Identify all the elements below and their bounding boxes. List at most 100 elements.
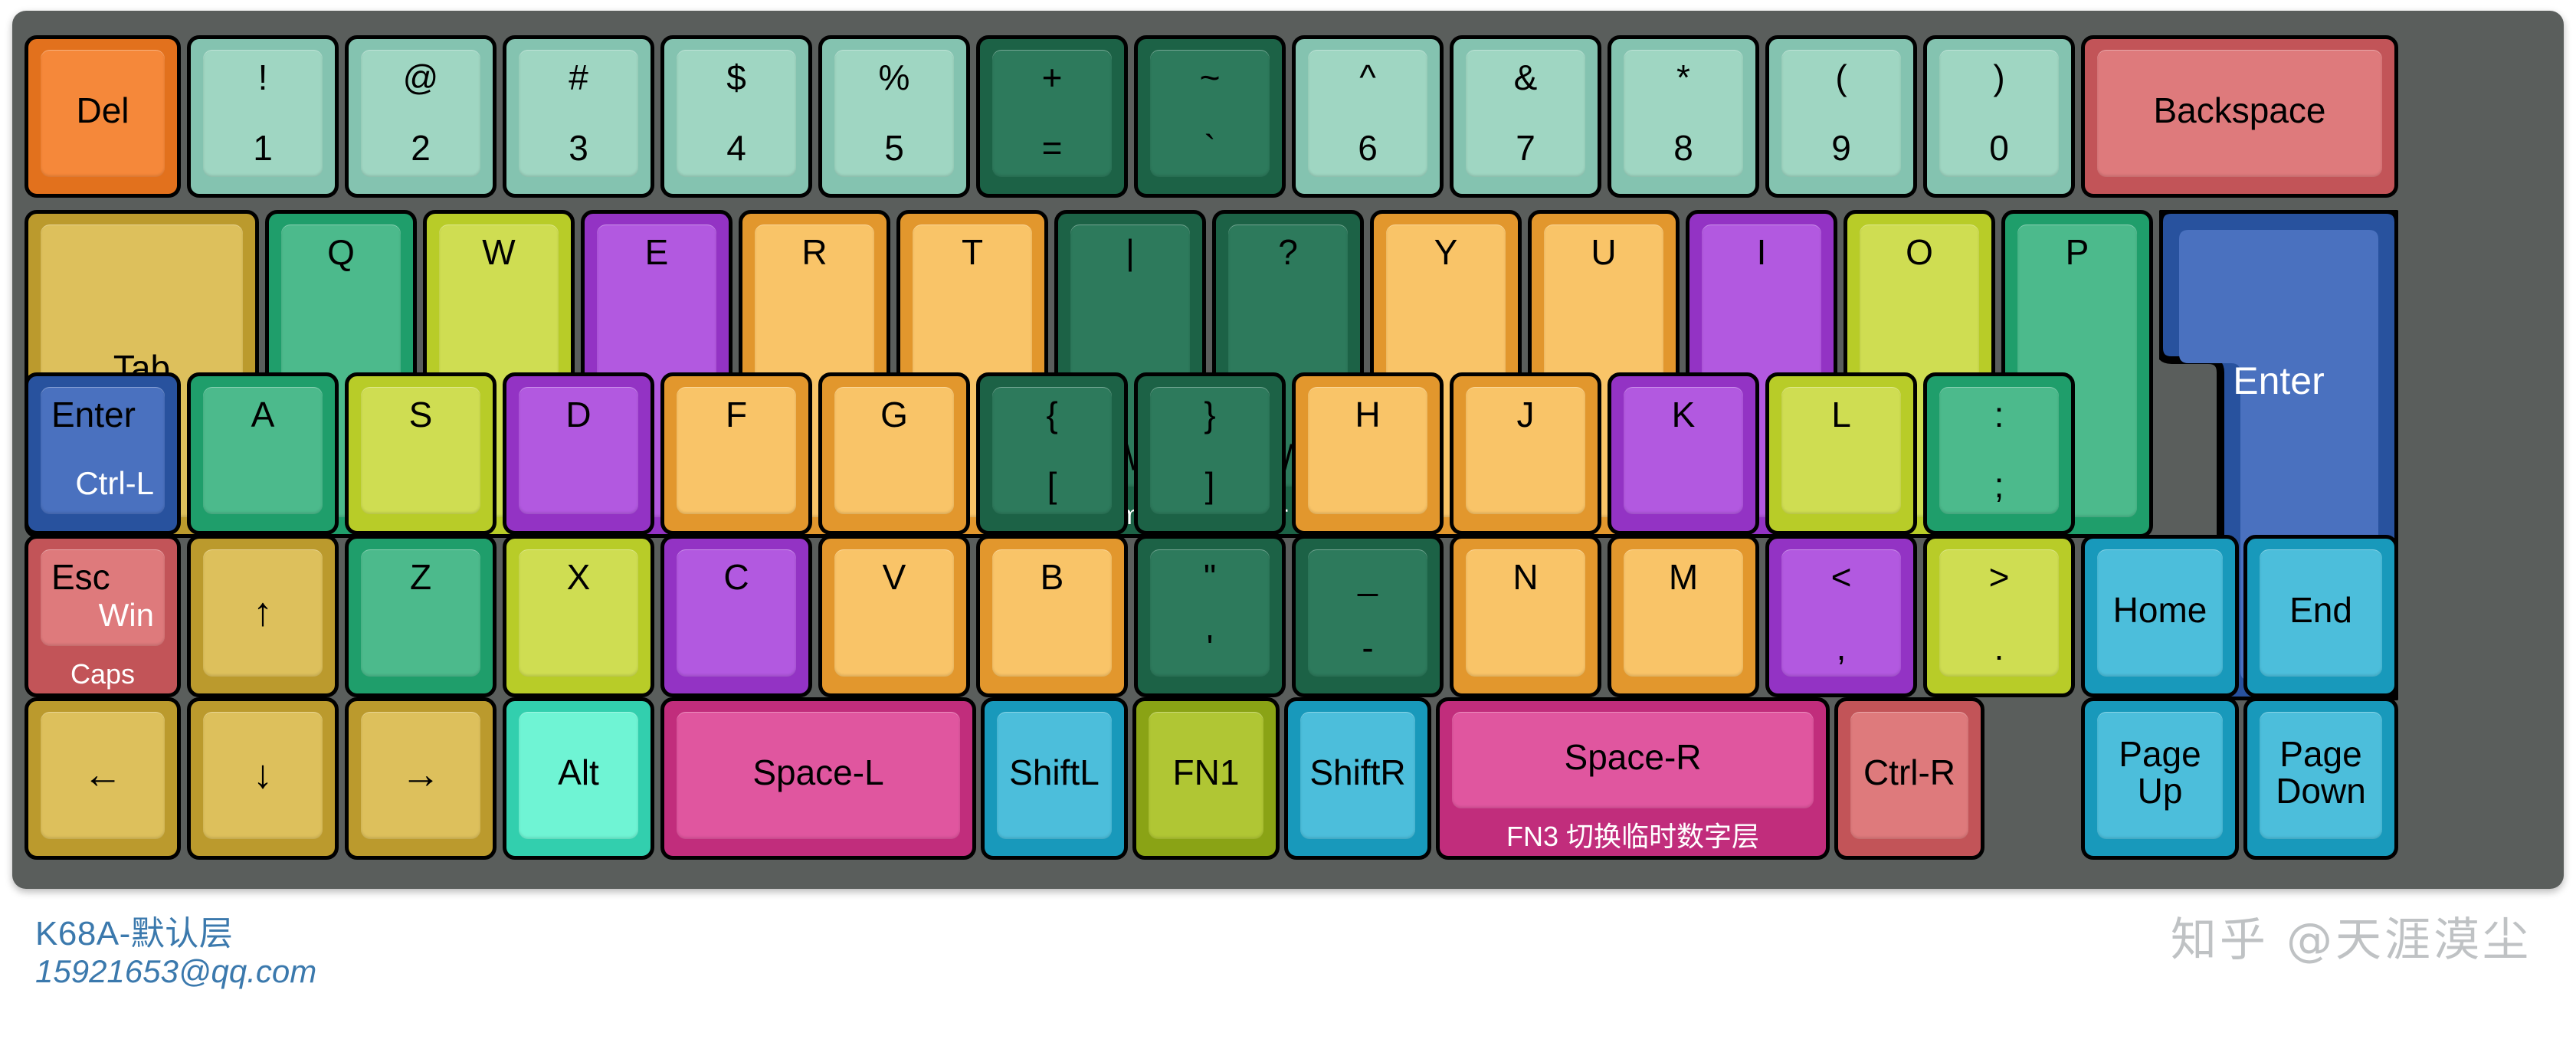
keycap-semicolon: :; xyxy=(1939,387,2059,514)
key-down[interactable]: ↓ xyxy=(187,697,339,860)
key-legend-top-0: ) xyxy=(1993,57,2005,97)
key-m[interactable]: M xyxy=(1608,535,1759,697)
key-equal[interactable]: + = xyxy=(976,35,1128,198)
key-del[interactable]: Del xyxy=(25,35,181,198)
key-5[interactable]: % 5 xyxy=(818,35,970,198)
keycap-pagedown: Page Down xyxy=(2260,712,2382,839)
keycap-backspace: Backspace xyxy=(2097,50,2382,177)
key-space-r[interactable]: Space-R FN3 切换临时数字层 xyxy=(1436,697,1830,860)
key-home[interactable]: Home xyxy=(2081,535,2239,697)
key-z[interactable]: Z xyxy=(345,535,497,697)
key-enter-left[interactable]: Enter Ctrl-L xyxy=(25,372,181,535)
key-7[interactable]: & 7 xyxy=(1450,35,1601,198)
key-legend-g: G xyxy=(880,395,908,434)
key-legend-f: F xyxy=(725,395,748,434)
key-x[interactable]: X xyxy=(503,535,654,697)
key-semicolon[interactable]: :; xyxy=(1923,372,2075,535)
key-legend-secondary-esc: Win xyxy=(98,597,154,633)
key-legend-bottom-4: 4 xyxy=(726,128,746,168)
key-space-l[interactable]: Space-L xyxy=(660,697,976,860)
key-legend-primary-enter-left: Enter xyxy=(51,395,136,434)
key-f[interactable]: F xyxy=(660,372,812,535)
key-g[interactable]: G xyxy=(818,372,970,535)
key-right[interactable]: → xyxy=(345,697,497,860)
key-h[interactable]: H xyxy=(1292,372,1444,535)
key-legend-top-1: ! xyxy=(257,57,268,97)
key-legend-j: J xyxy=(1516,395,1535,434)
key-legend-bottom-quote: ' xyxy=(1206,628,1214,667)
keycap-f: F xyxy=(677,387,796,514)
key-comma[interactable]: <, xyxy=(1765,535,1917,697)
keycap-comma: <, xyxy=(1781,549,1901,677)
key-j[interactable]: J xyxy=(1450,372,1601,535)
key-9[interactable]: (9 xyxy=(1765,35,1917,198)
key-legend-top-6: ^ xyxy=(1359,57,1376,97)
key-up[interactable]: ↑ xyxy=(187,535,339,697)
keycap-4: $4 xyxy=(677,50,796,177)
key-0[interactable]: ) 0 xyxy=(1923,35,2075,198)
keycap-period: >. xyxy=(1939,549,2059,677)
key-quote[interactable]: " ' xyxy=(1134,535,1286,697)
key-1[interactable]: ! 1 xyxy=(187,35,339,198)
key-legend-alt: Alt xyxy=(558,752,599,792)
key-legend-p: P xyxy=(2065,232,2089,272)
key-esc[interactable]: Esc Win Caps xyxy=(25,535,181,697)
key-bracketright[interactable]: }] xyxy=(1134,372,1286,535)
key-minus[interactable]: _ - xyxy=(1292,535,1444,697)
key-legend-b: B xyxy=(1040,557,1064,597)
key-n[interactable]: N xyxy=(1450,535,1601,697)
key-shiftr[interactable]: ShiftR xyxy=(1284,697,1431,860)
key-fn1[interactable]: FN1 xyxy=(1132,697,1280,860)
keycap-up: ↑ xyxy=(203,549,323,677)
key-legend-o: O xyxy=(1906,232,1933,272)
key-b[interactable]: B xyxy=(976,535,1128,697)
layer-name-label: K68A-默认层 xyxy=(35,915,234,952)
key-legend-top-quote: " xyxy=(1203,557,1217,597)
key-2[interactable]: @2 xyxy=(345,35,497,198)
key-left[interactable]: ← xyxy=(25,697,181,860)
keycap-shiftl: ShiftL xyxy=(997,712,1112,839)
key-legend-bottom-1: 1 xyxy=(253,128,273,168)
key-k[interactable]: K xyxy=(1608,372,1759,535)
key-legend-l: L xyxy=(1831,395,1851,434)
key-8[interactable]: * 8 xyxy=(1608,35,1759,198)
key-v[interactable]: V xyxy=(818,535,970,697)
key-d[interactable]: D xyxy=(503,372,654,535)
key-3[interactable]: #3 xyxy=(503,35,654,198)
keycap-del: Del xyxy=(41,50,165,177)
key-legend-bottom-2: 2 xyxy=(411,128,431,168)
key-legend-top-comma: < xyxy=(1830,557,1852,597)
key-4[interactable]: $4 xyxy=(660,35,812,198)
key-s[interactable]: S xyxy=(345,372,497,535)
key-legend-end: End xyxy=(2289,590,2352,630)
key-bracketleft[interactable]: {[ xyxy=(976,372,1128,535)
key-legend-bottom-bracketleft: [ xyxy=(1047,465,1057,505)
key-backspace[interactable]: Backspace xyxy=(2081,35,2398,198)
keycap-6: ^ 6 xyxy=(1308,50,1427,177)
key-a[interactable]: A xyxy=(187,372,339,535)
key-legend-shiftl: ShiftL xyxy=(1009,752,1100,792)
key-c[interactable]: C xyxy=(660,535,812,697)
key-pagedown[interactable]: Page Down xyxy=(2243,697,2398,860)
key-pageup[interactable]: Page Up xyxy=(2081,697,2239,860)
key-legend-shiftr: ShiftR xyxy=(1309,752,1406,792)
key-period[interactable]: >. xyxy=(1923,535,2075,697)
key-ctrl-r[interactable]: Ctrl-R xyxy=(1834,697,1984,860)
key-end[interactable]: End xyxy=(2243,535,2398,697)
key-legend-top-backslash: | xyxy=(1126,232,1135,272)
key-legend-top-period: > xyxy=(1988,557,2010,597)
key-legend-home: Home xyxy=(2112,590,2207,630)
keycap-minus: _ - xyxy=(1308,549,1427,677)
keycap-5: % 5 xyxy=(834,50,954,177)
key-legend-r: R xyxy=(801,232,828,272)
key-legend-top-9: ( xyxy=(1835,57,1847,97)
key-field: Del! 1 @2 #3 $4% 5 + = ~ ` ^ 6 & 7 * 8(9) 0 Backspace Tab Q… xyxy=(12,11,2564,889)
key-6[interactable]: ^ 6 xyxy=(1292,35,1444,198)
key-alt[interactable]: Alt xyxy=(503,697,654,860)
key-l[interactable]: L xyxy=(1765,372,1917,535)
key-shiftl[interactable]: ShiftL xyxy=(981,697,1128,860)
key-grave[interactable]: ~ ` xyxy=(1134,35,1286,198)
key-legend-i: I xyxy=(1756,232,1767,272)
keycap-l: L xyxy=(1781,387,1901,514)
keycap-n: N xyxy=(1466,549,1585,677)
